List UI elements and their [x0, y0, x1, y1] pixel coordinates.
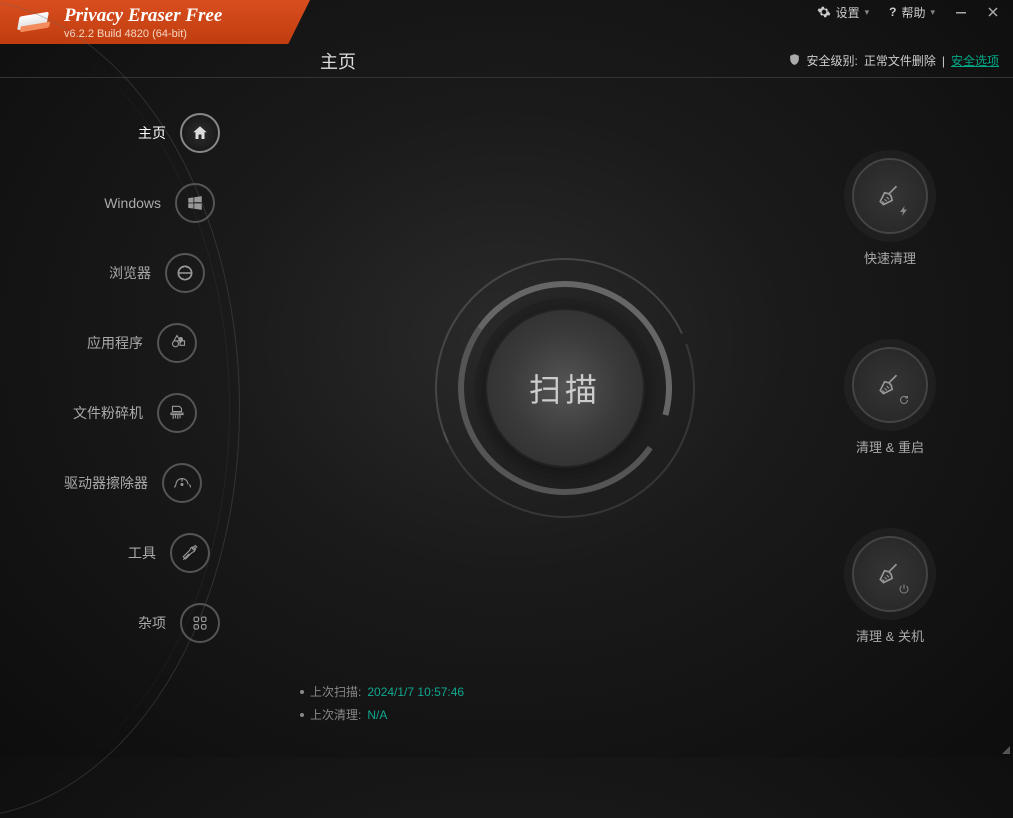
side-nav: 主页 Windows 浏览器 应用程序 文件粉碎机 [0, 98, 220, 658]
status-last-clean: 上次清理: N/A [300, 706, 464, 723]
chevron-down-icon: ▾ [865, 7, 870, 18]
clean-restart-button[interactable]: 清理 & 重启 [852, 347, 928, 456]
clean-restart-circle [852, 347, 928, 423]
page-title: 主页 [320, 48, 356, 74]
action-label: 清理 & 重启 [856, 437, 924, 456]
quick-clean-button[interactable]: 快速清理 [852, 158, 928, 267]
security-info: 安全级别: 正常文件删除 | 安全选项 [788, 52, 1000, 69]
nav-label: 驱动器擦除器 [64, 473, 148, 493]
close-button[interactable] [979, 1, 1007, 23]
app-version: v6.2.2 Build 4820 (64-bit) [64, 28, 222, 40]
nav-browsers[interactable]: 浏览器 [0, 238, 205, 308]
bullet-icon [300, 713, 304, 717]
settings-button[interactable]: 设置 ▾ [809, 1, 878, 24]
status-last-scan: 上次扫描: 2024/1/7 10:57:46 [300, 683, 464, 700]
quick-clean-circle [852, 158, 928, 234]
security-level: 正常文件删除 [864, 52, 936, 69]
restart-icon [898, 393, 912, 407]
apps-icon [157, 323, 197, 363]
resize-handle[interactable] [999, 743, 1011, 755]
title-bar-right: 设置 ▾ ? 帮助 ▾ [809, 0, 1007, 24]
globe-icon [165, 253, 205, 293]
status-value: 2024/1/7 10:57:46 [367, 685, 464, 699]
drive-wiper-icon [162, 463, 202, 503]
sub-header: 主页 安全级别: 正常文件删除 | 安全选项 [0, 44, 1013, 78]
nav-drive-wiper[interactable]: 驱动器擦除器 [0, 448, 202, 518]
action-buttons: 快速清理 清理 & 重启 清理 & 关机 [852, 158, 928, 645]
tools-icon [170, 533, 210, 573]
chevron-down-icon: ▾ [930, 7, 935, 18]
clean-shutdown-circle [852, 536, 928, 612]
nav-applications[interactable]: 应用程序 [0, 308, 197, 378]
nav-label: Windows [104, 195, 161, 211]
action-label: 清理 & 关机 [856, 626, 924, 645]
grid-icon [180, 603, 220, 643]
status-info: 上次扫描: 2024/1/7 10:57:46 上次清理: N/A [300, 683, 464, 729]
settings-label: 设置 [836, 4, 860, 21]
action-label: 快速清理 [864, 248, 916, 267]
clean-shutdown-button[interactable]: 清理 & 关机 [852, 536, 928, 645]
eraser-icon [16, 10, 52, 34]
nav-windows[interactable]: Windows [0, 168, 215, 238]
power-icon [898, 582, 912, 596]
question-icon: ? [889, 5, 896, 19]
nav-misc[interactable]: 杂项 [0, 588, 220, 658]
nav-label: 文件粉碎机 [73, 403, 143, 423]
nav-label: 浏览器 [109, 263, 151, 283]
gear-icon [817, 5, 831, 19]
title-bar: Privacy Eraser Free v6.2.2 Build 4820 (6… [0, 0, 1013, 44]
nav-label: 工具 [128, 543, 156, 563]
status-value: N/A [367, 708, 387, 722]
nav-tools[interactable]: 工具 [0, 518, 210, 588]
nav-label: 杂项 [138, 613, 166, 633]
nav-home[interactable]: 主页 [0, 98, 220, 168]
shredder-icon [157, 393, 197, 433]
minimize-button[interactable] [947, 1, 975, 23]
scan-button[interactable]: 扫描 [485, 308, 645, 468]
security-options-link[interactable]: 安全选项 [951, 52, 999, 69]
nav-label: 应用程序 [87, 333, 143, 353]
status-label: 上次清理: [310, 706, 361, 723]
help-label: 帮助 [901, 4, 925, 21]
bullet-icon [300, 690, 304, 694]
security-prefix: 安全级别: [807, 52, 858, 69]
scan-button-label: 扫描 [529, 365, 601, 411]
windows-icon [175, 183, 215, 223]
nav-label: 主页 [138, 123, 166, 143]
separator: | [942, 54, 945, 68]
help-button[interactable]: ? 帮助 ▾ [881, 1, 943, 24]
app-name: Privacy Eraser Free [64, 5, 222, 27]
home-icon [180, 113, 220, 153]
logo-text: Privacy Eraser Free v6.2.2 Build 4820 (6… [64, 5, 222, 40]
lightning-icon [898, 204, 912, 218]
logo-section: Privacy Eraser Free v6.2.2 Build 4820 (6… [0, 0, 310, 44]
nav-file-shredder[interactable]: 文件粉碎机 [0, 378, 197, 448]
status-label: 上次扫描: [310, 683, 361, 700]
shield-icon [788, 53, 801, 69]
